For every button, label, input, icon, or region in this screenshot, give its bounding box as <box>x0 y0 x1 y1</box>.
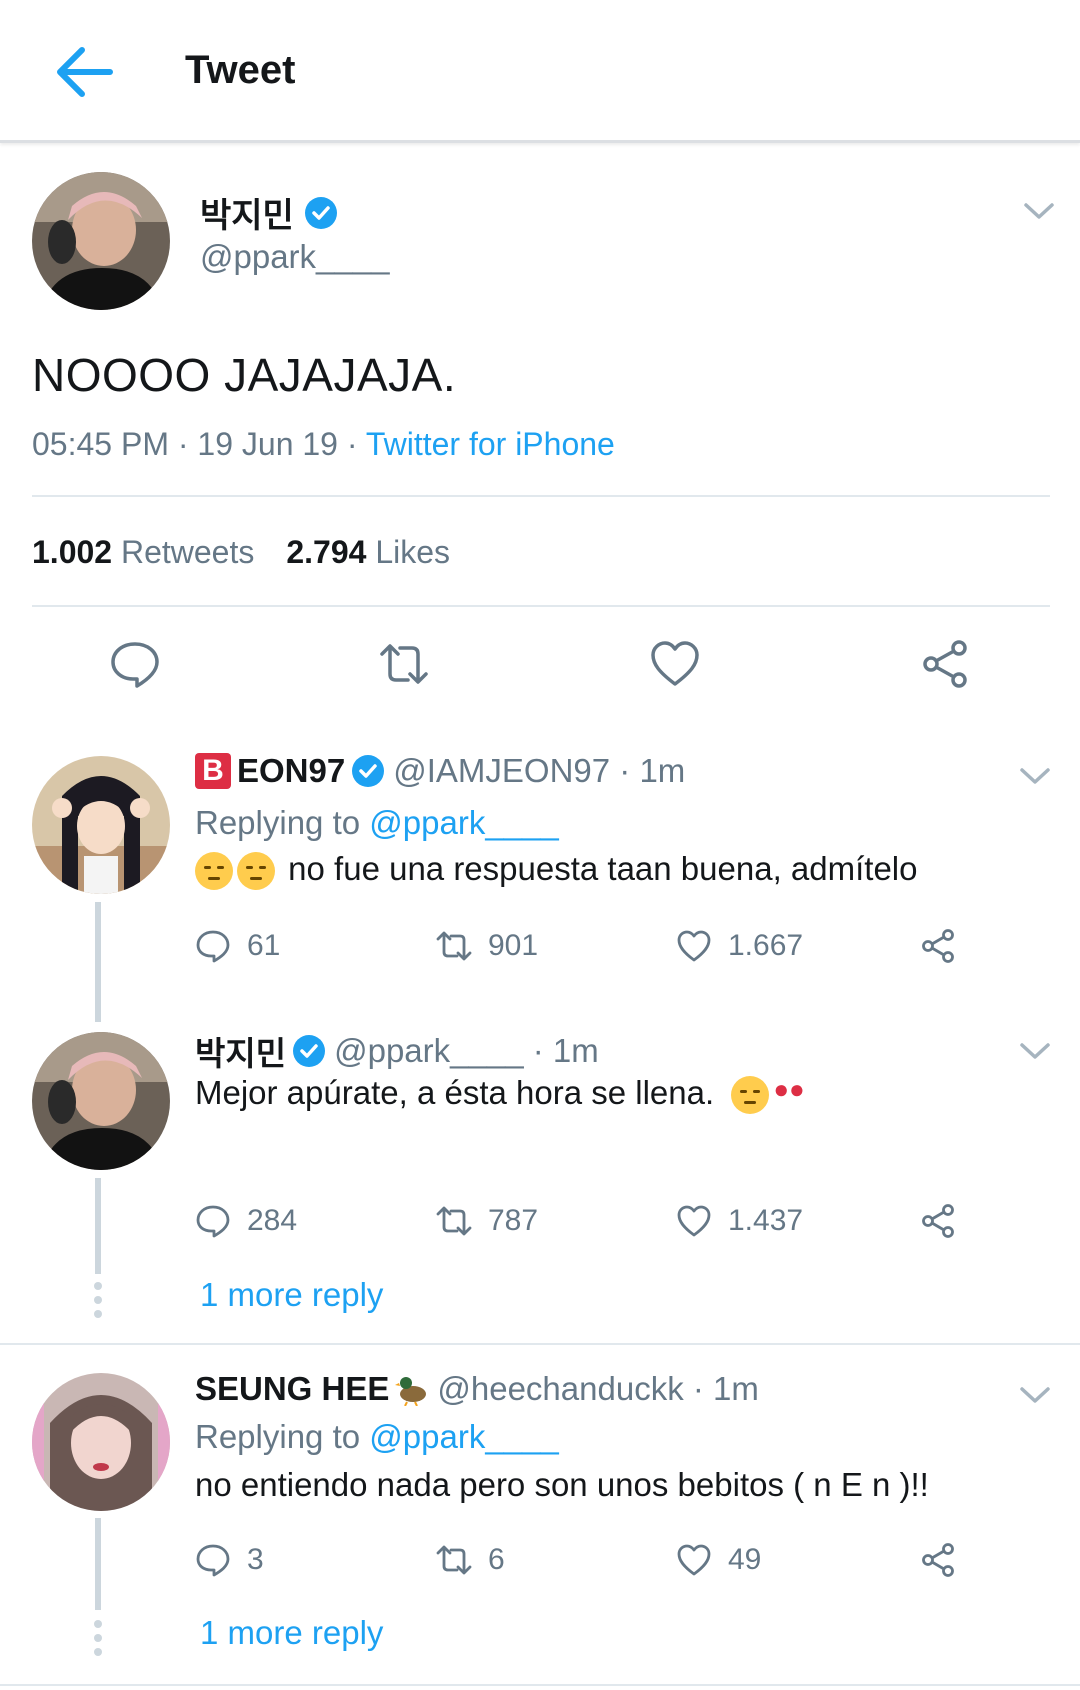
author-name-text: 박지민 <box>200 197 294 235</box>
reply-like-button[interactable]: 1.437 <box>676 1203 803 1239</box>
avatar[interactable] <box>32 1373 170 1511</box>
thread-line <box>95 1178 101 1274</box>
reply-time: · 1m <box>692 1370 759 1407</box>
avatar[interactable] <box>32 172 170 310</box>
reply-icon[interactable] <box>109 638 161 690</box>
tweet-timestamp: 05:45 PM · 19 Jun 19 · <box>32 426 366 462</box>
replying-to-label: Replying to <box>195 804 370 841</box>
like-count: 1.437 <box>728 1204 804 1237</box>
avatar[interactable] <box>32 756 170 894</box>
author-name[interactable]: 박지민 <box>200 188 338 237</box>
reply-like-button[interactable]: 49 <box>676 1542 761 1578</box>
reply-comment-button[interactable]: 284 <box>195 1203 297 1239</box>
divider <box>32 495 1050 497</box>
comment-count: 284 <box>247 1204 298 1237</box>
more-reply-link[interactable]: 1 more reply <box>200 1276 383 1314</box>
back-arrow-icon[interactable] <box>50 42 116 102</box>
pensive-face-emoji-icon <box>237 852 275 891</box>
reply-handle: @IAMJEON97 <box>393 752 611 789</box>
verified-badge-icon <box>292 1034 326 1068</box>
paw-prints-emoji-icon: ●● <box>773 1074 805 1104</box>
share-icon[interactable] <box>920 928 956 964</box>
like-count: 1.667 <box>728 929 804 962</box>
reply-like-button[interactable]: 1.667 <box>676 928 803 964</box>
page-title: Tweet <box>185 48 296 92</box>
retweets-count: 1.002 <box>32 534 113 570</box>
retweets-stat[interactable]: 1.002 Retweets <box>32 534 254 571</box>
replying-to: Replying to @ppark____ <box>195 1418 559 1456</box>
like-count: 49 <box>728 1543 762 1576</box>
chevron-down-icon[interactable] <box>1018 765 1052 787</box>
sleepy-face-emoji-icon <box>731 1076 770 1115</box>
chevron-down-icon[interactable] <box>1018 1040 1052 1062</box>
reply-text: no fue una respuesta taan buena, admítel… <box>195 850 918 891</box>
reply-time: · 1m <box>619 752 686 789</box>
thread-line <box>95 902 101 1022</box>
share-icon[interactable] <box>920 1203 956 1239</box>
reply-retweet-button[interactable]: 6 <box>436 1542 505 1578</box>
retweets-label: Retweets <box>120 534 255 570</box>
reply-author-name[interactable]: 박지민 <box>195 1027 326 1075</box>
mention-link[interactable]: @ppark____ <box>369 1418 558 1455</box>
reply-time: · 1m <box>532 1032 599 1069</box>
reply-header: 박지민 @ppark____ · 1m <box>195 1027 599 1075</box>
reply-retweet-button[interactable]: 787 <box>436 1203 538 1239</box>
comment-count: 3 <box>247 1543 264 1576</box>
reply-text-content: no fue una respuesta taan buena, admítel… <box>288 850 918 887</box>
likes-label: Likes <box>375 534 451 570</box>
top-bar: Tweet <box>0 0 1080 143</box>
replying-to: Replying to @ppark____ <box>195 804 559 842</box>
likes-stat[interactable]: 2.794 Likes <box>286 534 450 571</box>
avatar[interactable] <box>32 1032 170 1170</box>
reply-comment-button[interactable]: 3 <box>195 1542 264 1578</box>
divider <box>0 1343 1080 1345</box>
tweet-source-link[interactable]: Twitter for iPhone <box>366 426 615 462</box>
reply-handle: @ppark____ <box>334 1032 524 1069</box>
b-emoji-icon: B <box>195 753 231 789</box>
tweet-stats: 1.002 Retweets 2.794 Likes <box>32 534 450 571</box>
retweet-count: 787 <box>488 1204 539 1237</box>
mention-link[interactable]: @ppark____ <box>369 804 558 841</box>
comment-count: 61 <box>247 929 281 962</box>
verified-badge-icon <box>351 754 385 788</box>
reply-retweet-button[interactable]: 901 <box>436 928 538 964</box>
thread-dots <box>92 1620 104 1662</box>
chevron-down-icon[interactable] <box>1018 1384 1052 1406</box>
reply-author-name-text: 박지민 <box>195 1035 287 1072</box>
reply-text-content: Mejor apúrate, a ésta hora se llena. <box>195 1074 715 1111</box>
divider <box>32 605 1050 607</box>
share-icon[interactable] <box>919 638 971 690</box>
reply-text-content: no entiendo nada pero son unos bebitos (… <box>195 1466 929 1503</box>
author-handle: @ppark____ <box>200 238 390 275</box>
replying-to-label: Replying to <box>195 1418 370 1455</box>
retweet-icon[interactable] <box>378 638 430 690</box>
divider <box>0 1684 1080 1686</box>
chevron-down-icon[interactable] <box>1022 200 1056 222</box>
share-icon[interactable] <box>920 1542 956 1578</box>
tweet-text: NOOOO JAJAJAJA. <box>32 349 457 401</box>
duck-emoji-icon <box>395 1372 429 1407</box>
reply-author-name[interactable]: SEUNG HEE <box>195 1370 429 1408</box>
more-reply-link[interactable]: 1 more reply <box>200 1614 383 1652</box>
reply-text: Mejor apúrate, a ésta hora se llena. ●● <box>195 1074 805 1115</box>
pensive-face-emoji-icon <box>195 852 233 891</box>
likes-count: 2.794 <box>286 534 367 570</box>
reply-comment-button[interactable]: 61 <box>195 928 280 964</box>
reply-author-name[interactable]: B EON97 <box>195 752 385 790</box>
reply-author-name-text: EON97 <box>237 752 346 789</box>
reply-author-name-text: SEUNG HEE <box>195 1370 390 1407</box>
thread-dots <box>92 1282 104 1324</box>
reply-handle: @heechanduckk <box>437 1370 684 1407</box>
reply-header: B EON97 @IAMJEON97 · 1m <box>195 752 685 790</box>
retweet-count: 901 <box>488 929 539 962</box>
reply-header: SEUNG HEE @heechanduckk · 1m <box>195 1370 759 1408</box>
retweet-count: 6 <box>488 1543 505 1576</box>
tweet-meta: 05:45 PM · 19 Jun 19 · Twitter for iPhon… <box>32 426 615 463</box>
verified-badge-icon <box>304 196 338 230</box>
reply-text: no entiendo nada pero son unos bebitos (… <box>195 1466 929 1504</box>
thread-line <box>95 1518 101 1610</box>
like-heart-icon[interactable] <box>649 638 701 690</box>
